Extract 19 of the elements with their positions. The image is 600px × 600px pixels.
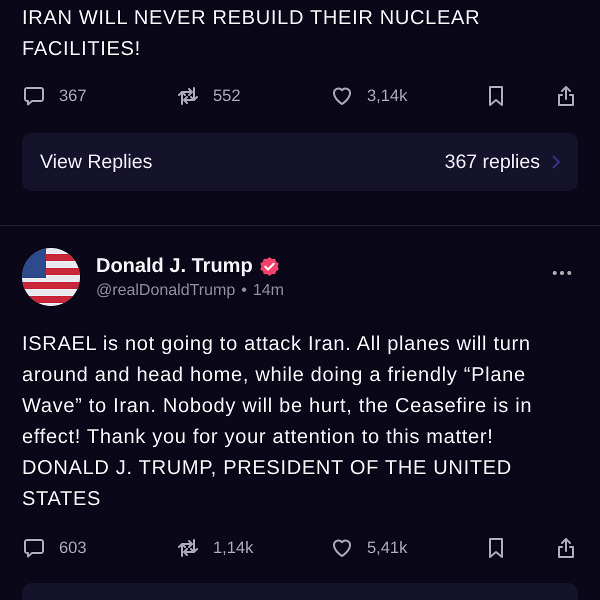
post-text: IRAN WILL NEVER REBUILD THEIR NUCLEAR FACILITIES! bbox=[22, 6, 482, 62]
chevron-right-icon bbox=[552, 155, 560, 169]
more-icon[interactable] bbox=[552, 270, 572, 276]
like-count: 3,14k bbox=[367, 86, 408, 106]
like-count: 5,41k bbox=[367, 538, 408, 558]
comment-icon[interactable] bbox=[22, 536, 46, 560]
separator-dot: • bbox=[241, 282, 247, 300]
repost-icon[interactable] bbox=[176, 84, 200, 108]
repost-count: 1,14k bbox=[213, 538, 254, 558]
repost-icon[interactable] bbox=[176, 536, 200, 560]
post-time: 14m bbox=[252, 282, 284, 300]
reply-count: 603 bbox=[59, 538, 87, 558]
repost-count: 552 bbox=[213, 86, 241, 106]
post-text: ISRAEL is not going to attack Iran. All planes will turn around and head home, while doing a friendly “Plane Wave” to Iran. Nobody will be hurt, the Ceasefire is in effect! Thank you for your attention to this matter! DONALD J. TRUMP, PRESIDENT OF THE UNITED STATES bbox=[22, 332, 534, 512]
author-handle[interactable]: @realDonaldTrump bbox=[96, 282, 236, 300]
author-name[interactable]: Donald J. Trump bbox=[96, 254, 253, 278]
view-replies-button[interactable]: View Replies 367 replies bbox=[22, 133, 578, 191]
comment-icon[interactable] bbox=[22, 84, 46, 108]
reply-count: 367 bbox=[59, 86, 87, 106]
